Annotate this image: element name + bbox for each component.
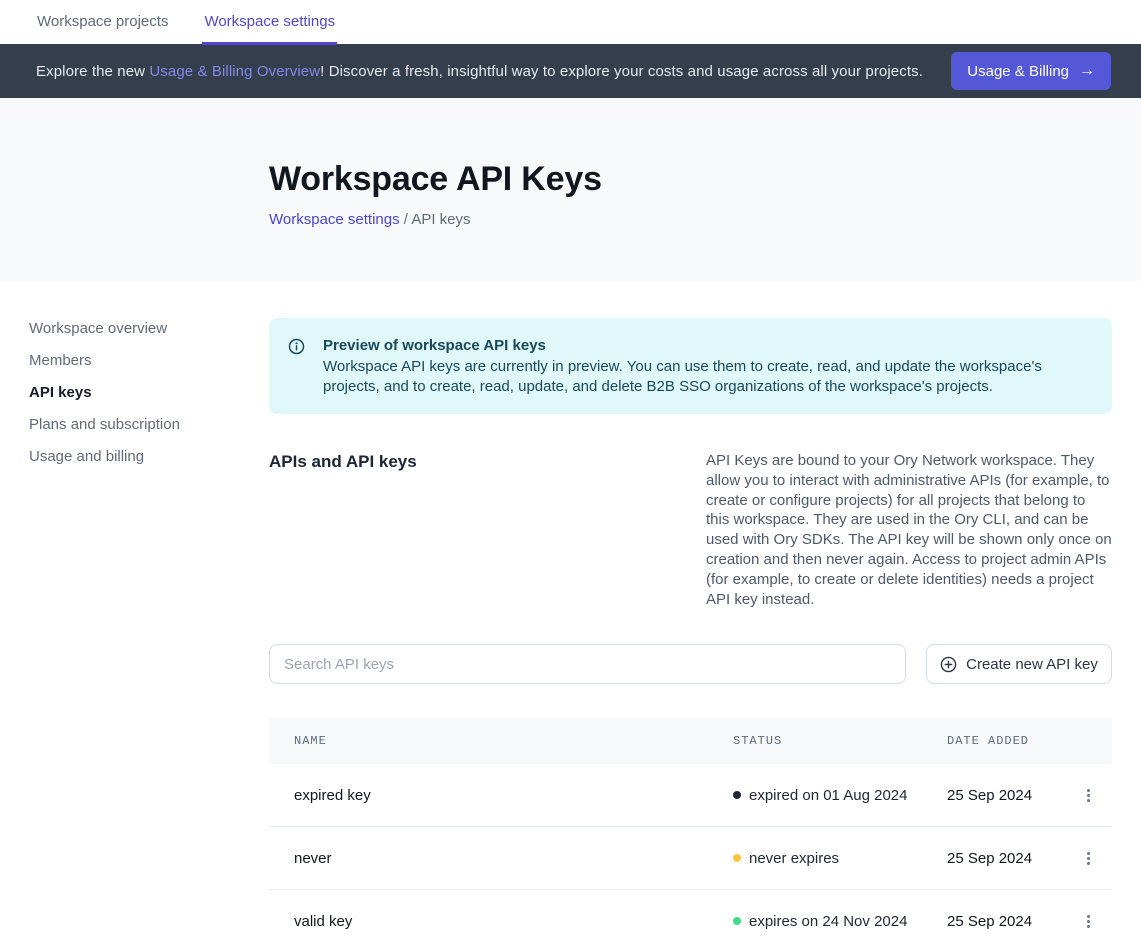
- api-key-status: expires on 24 Nov 2024: [733, 913, 947, 930]
- plus-circle-icon: [940, 656, 957, 673]
- column-header-name: NAME: [294, 734, 733, 748]
- api-key-date-added: 25 Sep 2024: [947, 787, 1082, 804]
- sidebar-item-plans-and-subscription[interactable]: Plans and subscription: [29, 415, 269, 434]
- table-row: valid key expires on 24 Nov 2024 25 Sep …: [269, 890, 1112, 940]
- breadcrumb-workspace-settings-link[interactable]: Workspace settings: [269, 211, 400, 228]
- banner-message: Explore the new Usage & Billing Overview…: [36, 63, 935, 80]
- status-dot-icon: [733, 917, 741, 925]
- tab-workspace-projects[interactable]: Workspace projects: [35, 0, 170, 45]
- search-input[interactable]: [269, 644, 906, 684]
- row-kebab-menu-icon[interactable]: [1082, 783, 1095, 808]
- api-key-name: valid key: [294, 913, 733, 930]
- content-area: Preview of workspace API keys Workspace …: [269, 281, 1112, 940]
- section-heading: APIs and API keys: [269, 451, 706, 609]
- table-header-row: NAME STATUS DATE ADDED: [269, 718, 1112, 764]
- api-key-date-added: 25 Sep 2024: [947, 913, 1082, 930]
- preview-info-alert: Preview of workspace API keys Workspace …: [269, 318, 1112, 414]
- top-navigation: Workspace projects Workspace settings: [0, 0, 1141, 44]
- usage-billing-button[interactable]: Usage & Billing →: [951, 52, 1111, 90]
- create-api-key-label: Create new API key: [966, 656, 1098, 673]
- sidebar-item-api-keys[interactable]: API keys: [29, 383, 269, 402]
- column-header-status: STATUS: [733, 734, 947, 748]
- table-row: never never expires 25 Sep 2024: [269, 827, 1112, 890]
- sidebar-item-workspace-overview[interactable]: Workspace overview: [29, 319, 269, 338]
- status-text: never expires: [749, 850, 839, 867]
- status-text: expired on 01 Aug 2024: [749, 787, 907, 804]
- usage-billing-banner: Explore the new Usage & Billing Overview…: [0, 44, 1141, 98]
- alert-body: Workspace API keys are currently in prev…: [323, 357, 1088, 396]
- tab-workspace-settings[interactable]: Workspace settings: [202, 0, 337, 45]
- table-body: expired key expired on 01 Aug 2024 25 Se…: [269, 764, 1112, 940]
- breadcrumb: Workspace settings / API keys: [269, 211, 1111, 228]
- create-api-key-button[interactable]: Create new API key: [926, 644, 1112, 684]
- table-row: expired key expired on 01 Aug 2024 25 Se…: [269, 764, 1112, 827]
- row-kebab-menu-icon[interactable]: [1082, 909, 1095, 934]
- status-text: expires on 24 Nov 2024: [749, 913, 907, 930]
- api-key-status: expired on 01 Aug 2024: [733, 787, 947, 804]
- api-key-status: never expires: [733, 850, 947, 867]
- page-title: Workspace API Keys: [269, 160, 1111, 199]
- api-key-date-added: 25 Sep 2024: [947, 850, 1082, 867]
- usage-billing-overview-link[interactable]: Usage & Billing Overview: [149, 63, 320, 80]
- page-header: Workspace API Keys Workspace settings / …: [0, 98, 1141, 281]
- info-icon: [288, 338, 305, 396]
- api-keys-table: NAME STATUS DATE ADDED expired key expir…: [269, 718, 1112, 940]
- alert-title: Preview of workspace API keys: [323, 336, 1088, 356]
- column-header-date-added: DATE ADDED: [947, 734, 1082, 748]
- usage-billing-button-label: Usage & Billing: [967, 63, 1069, 80]
- sidebar-item-members[interactable]: Members: [29, 351, 269, 370]
- banner-text-before: Explore the new: [36, 63, 149, 80]
- api-key-name: expired key: [294, 787, 733, 804]
- status-dot-icon: [733, 854, 741, 862]
- row-kebab-menu-icon[interactable]: [1082, 846, 1095, 871]
- breadcrumb-current: API keys: [411, 211, 470, 228]
- sidebar-item-usage-and-billing[interactable]: Usage and billing: [29, 447, 269, 466]
- banner-text-after: ! Discover a fresh, insightful way to ex…: [320, 63, 923, 80]
- api-key-name: never: [294, 850, 733, 867]
- api-keys-section: APIs and API keys API Keys are bound to …: [269, 451, 1112, 609]
- arrow-right-icon: →: [1079, 62, 1095, 80]
- settings-sidebar: Workspace overview Members API keys Plans a…: [0, 281, 269, 940]
- breadcrumb-separator: /: [400, 211, 412, 228]
- main-layout: Workspace overview Members API keys Plans a…: [0, 281, 1141, 940]
- status-dot-icon: [733, 791, 741, 799]
- section-description: API Keys are bound to your Ory Network w…: [706, 451, 1112, 609]
- table-controls: Create new API key: [269, 644, 1112, 684]
